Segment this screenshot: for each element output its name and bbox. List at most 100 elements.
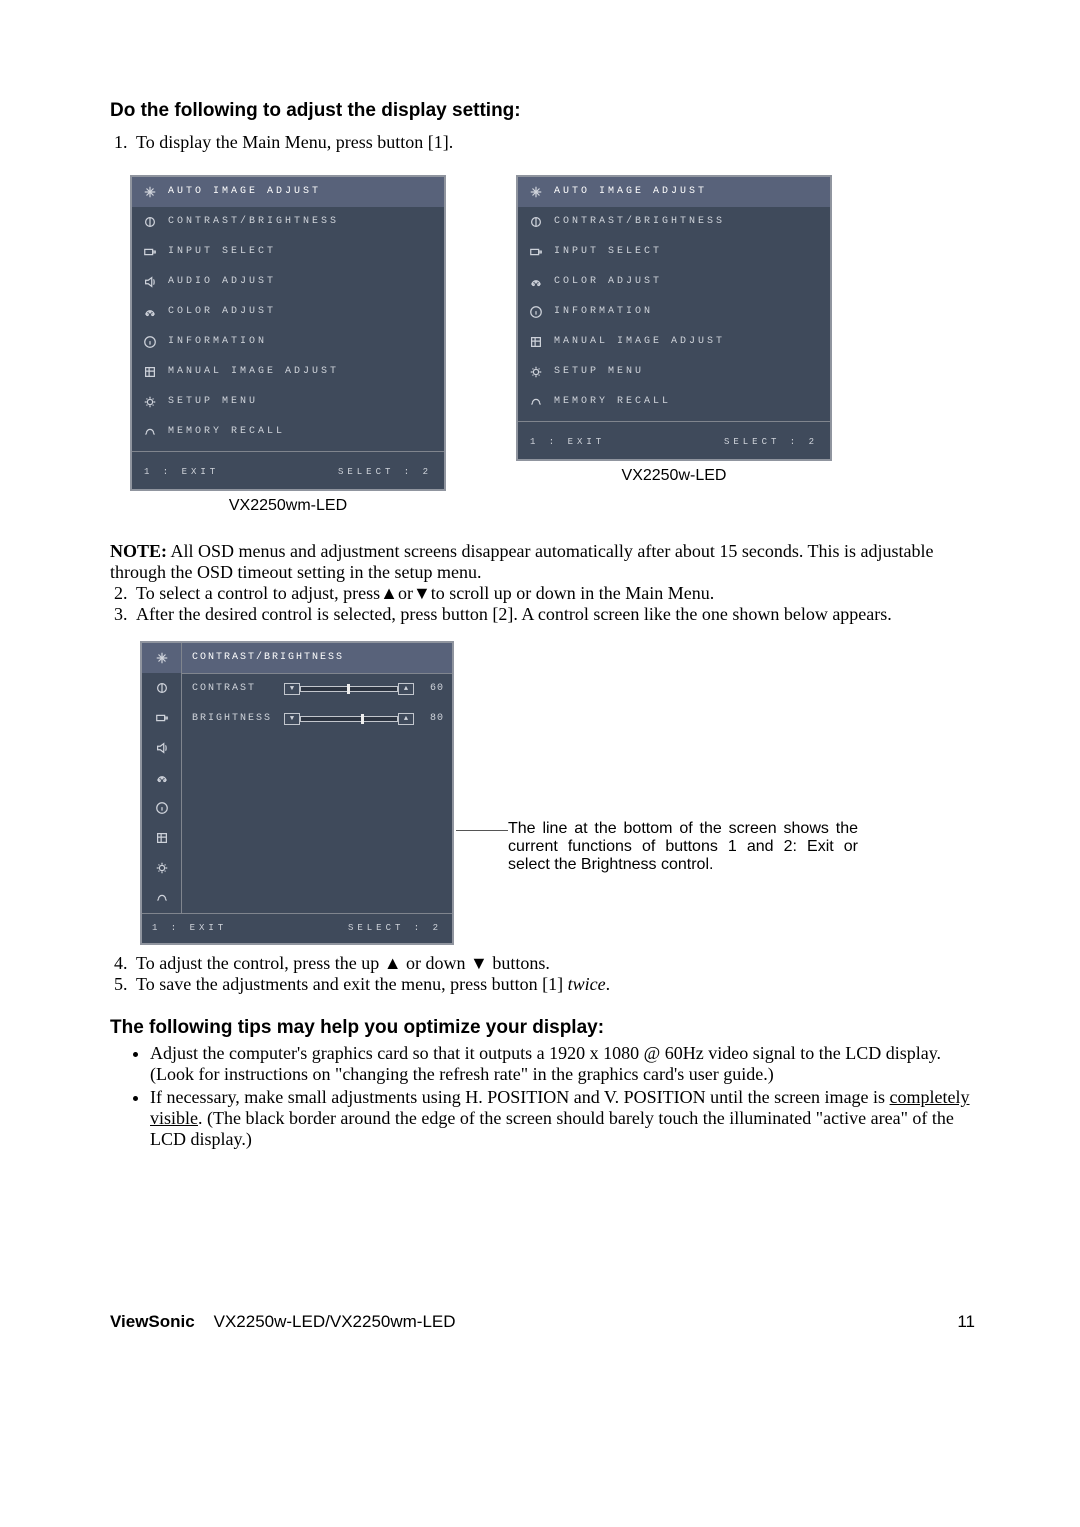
osd-item-label: AUDIO ADJUST — [168, 277, 276, 287]
osd-footer: 1 : EXIT SELECT : 2 — [142, 913, 452, 943]
osd-footer-select: SELECT : 2 — [338, 468, 432, 477]
down-button-icon[interactable]: ▼ — [284, 713, 300, 725]
control-row[interactable]: BRIGHTNESS ▼ ▲ 80 — [182, 704, 452, 734]
note-label: NOTE: — [110, 541, 167, 561]
osd-item[interactable]: SETUP MENU — [518, 357, 830, 387]
slider[interactable]: ▼ ▲ — [284, 684, 414, 694]
osd-item[interactable]: AUTO IMAGE ADJUST — [132, 177, 444, 207]
osd-item-label: INPUT SELECT — [554, 247, 662, 257]
osd-item-label: COLOR ADJUST — [168, 307, 276, 317]
brightness-contrast-icon — [140, 215, 160, 229]
manual-page: Do the following to adjust the display s… — [0, 0, 1080, 1392]
info-circle-icon[interactable] — [142, 793, 182, 823]
control-value: 60 — [420, 684, 444, 694]
osd-caption: VX2250wm-LED — [130, 497, 446, 515]
osd-item-label: MANUAL IMAGE ADJUST — [554, 337, 725, 347]
image-adjust-icon — [526, 335, 546, 349]
osd-item[interactable]: MEMORY RECALL — [518, 387, 830, 417]
osd-footer-exit: 1 : EXIT — [144, 468, 219, 477]
palette-icon — [526, 275, 546, 289]
tips-list: Adjust the computer's graphics card so t… — [110, 1043, 975, 1152]
tips-heading: The following tips may help you optimize… — [110, 1017, 975, 1039]
speaker-icon[interactable] — [142, 733, 182, 763]
input-port-icon — [140, 245, 160, 259]
arrows-expand-icon[interactable] — [142, 643, 182, 673]
osd-item[interactable]: INFORMATION — [518, 297, 830, 327]
up-button-icon[interactable]: ▲ — [398, 683, 414, 695]
osd-footer: 1 : EXIT SELECT : 2 — [132, 456, 444, 489]
brightness-contrast-icon[interactable] — [142, 673, 182, 703]
image-adjust-icon[interactable] — [142, 823, 182, 853]
osd-item-label: CONTRAST/BRIGHTNESS — [168, 217, 339, 227]
down-button-icon[interactable]: ▼ — [284, 683, 300, 695]
osd-item-label: INFORMATION — [168, 337, 267, 347]
memory-recall-icon[interactable] — [142, 883, 182, 913]
footer-brand: ViewSonic — [110, 1312, 195, 1331]
osd-footer-select: SELECT : 2 — [348, 924, 442, 933]
osd-footer-exit: 1 : EXIT — [152, 924, 227, 933]
brightness-contrast-icon — [526, 215, 546, 229]
section-heading: Do the following to adjust the display s… — [110, 100, 975, 122]
osd-control-title: CONTRAST/BRIGHTNESS — [182, 643, 452, 674]
osd-item-label: MEMORY RECALL — [554, 397, 671, 407]
step-1: To display the Main Menu, press button [… — [136, 132, 453, 152]
osd-footer-exit: 1 : EXIT — [530, 438, 605, 447]
control-label: BRIGHTNESS — [192, 714, 278, 724]
osd-item-label: INPUT SELECT — [168, 247, 276, 257]
osd-item[interactable]: AUTO IMAGE ADJUST — [518, 177, 830, 207]
step-2: To select a control to adjust, press▲or▼… — [136, 583, 714, 603]
osd-footer-select: SELECT : 2 — [724, 438, 818, 447]
osd-item[interactable]: COLOR ADJUST — [132, 297, 444, 327]
tip-2a: If necessary, make small adjustments usi… — [150, 1087, 890, 1107]
steps-list-2: To select a control to adjust, press▲or▼… — [110, 583, 975, 625]
osd-item[interactable]: MEMORY RECALL — [132, 417, 444, 447]
osd-item[interactable]: CONTRAST/BRIGHTNESS — [518, 207, 830, 237]
palette-icon[interactable] — [142, 763, 182, 793]
osd-main-menu-a: AUTO IMAGE ADJUST CONTRAST/BRIGHTNESS IN… — [130, 175, 446, 491]
note-paragraph: NOTE: All OSD menus and adjustment scree… — [110, 541, 975, 583]
osd-item[interactable]: COLOR ADJUST — [518, 267, 830, 297]
osd-item-label: MEMORY RECALL — [168, 427, 285, 437]
osd-item[interactable]: INPUT SELECT — [132, 237, 444, 267]
control-row[interactable]: CONTRAST ▼ ▲ 60 — [182, 674, 452, 704]
osd-control-row: CONTRAST/BRIGHTNESS CONTRAST ▼ ▲ 60 BRIG… — [110, 625, 975, 953]
steps-list-3: To adjust the control, press the up ▲ or… — [110, 953, 975, 995]
input-port-icon[interactable] — [142, 703, 182, 733]
callout-text: The line at the bottom of the screen sho… — [508, 820, 858, 874]
osd-item[interactable]: SETUP MENU — [132, 387, 444, 417]
osd-footer: 1 : EXIT SELECT : 2 — [518, 426, 830, 459]
osd-item[interactable]: INFORMATION — [132, 327, 444, 357]
osd-item[interactable]: AUDIO ADJUST — [132, 267, 444, 297]
osd-item[interactable]: CONTRAST/BRIGHTNESS — [132, 207, 444, 237]
step-5b: twice — [568, 974, 606, 994]
footer-model: VX2250w-LED/VX2250wm-LED — [214, 1312, 456, 1331]
info-circle-icon — [140, 335, 160, 349]
page-footer: ViewSonic VX2250w-LED/VX2250wm-LED 11 — [110, 1312, 975, 1332]
page-number: 11 — [957, 1312, 975, 1332]
osd-screenshots-row: AUTO IMAGE ADJUST CONTRAST/BRIGHTNESS IN… — [130, 175, 975, 515]
step-5a: To save the adjustments and exit the men… — [136, 974, 568, 994]
arrows-expand-icon — [526, 185, 546, 199]
control-label: CONTRAST — [192, 684, 278, 694]
osd-item[interactable]: INPUT SELECT — [518, 237, 830, 267]
up-button-icon[interactable]: ▲ — [398, 713, 414, 725]
arrows-expand-icon — [140, 185, 160, 199]
memory-recall-icon — [140, 425, 160, 439]
speaker-icon — [140, 275, 160, 289]
osd-item-label: AUTO IMAGE ADJUST — [168, 187, 321, 197]
osd-item-label: INFORMATION — [554, 307, 653, 317]
info-circle-icon — [526, 305, 546, 319]
osd-control-screen: CONTRAST/BRIGHTNESS CONTRAST ▼ ▲ 60 BRIG… — [140, 641, 454, 945]
tip-1: Adjust the computer's graphics card so t… — [150, 1043, 941, 1084]
callout-connector-line — [456, 830, 508, 874]
slider[interactable]: ▼ ▲ — [284, 714, 414, 724]
control-value: 80 — [420, 714, 444, 724]
memory-recall-icon — [526, 395, 546, 409]
osd-item[interactable]: MANUAL IMAGE ADJUST — [132, 357, 444, 387]
tip-2c: . (The black border around the edge of t… — [150, 1108, 954, 1149]
step-4: To adjust the control, press the up ▲ or… — [136, 953, 550, 973]
osd-icon-rail — [142, 643, 182, 913]
osd-item[interactable]: MANUAL IMAGE ADJUST — [518, 327, 830, 357]
gear-icon[interactable] — [142, 853, 182, 883]
osd-item-label: SETUP MENU — [168, 397, 258, 407]
